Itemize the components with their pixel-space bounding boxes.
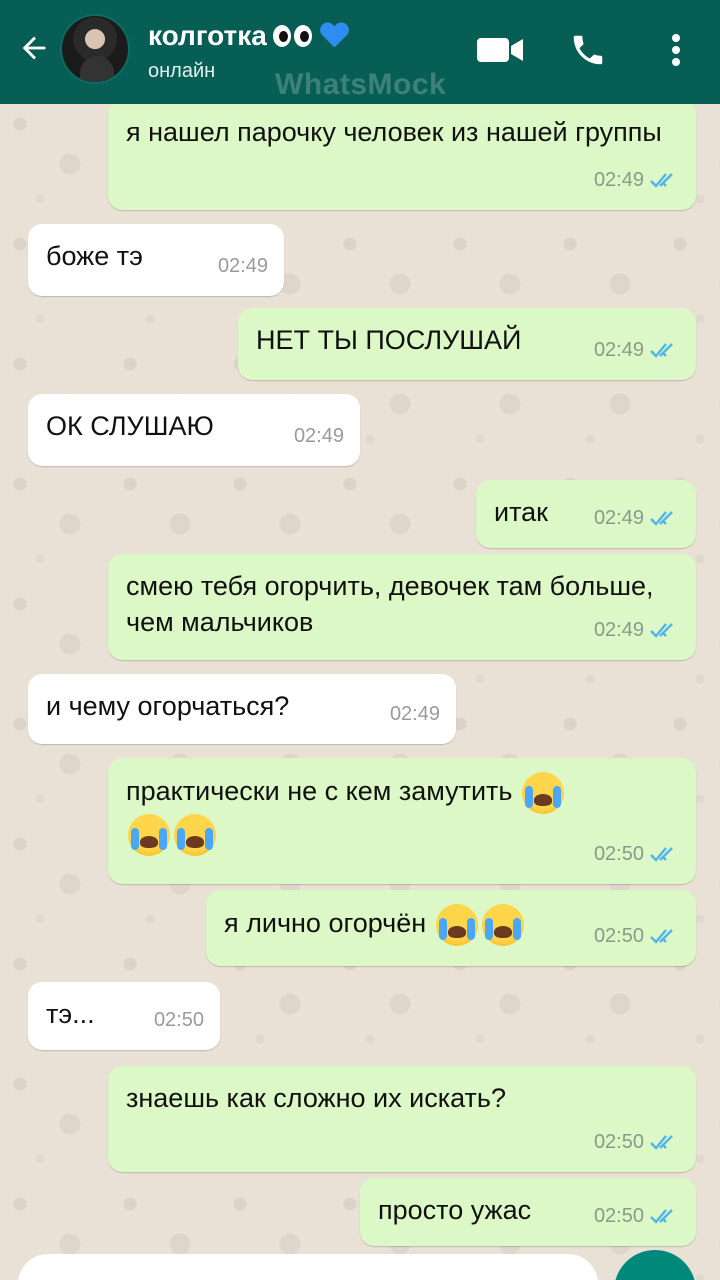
video-call-button[interactable] (474, 24, 526, 76)
message-incoming[interactable]: боже тэ 02:49 (28, 224, 284, 296)
message-time: 02:50 (593, 1205, 644, 1227)
contact-status: онлайн (148, 60, 216, 82)
message-meta: 02:49 (594, 612, 680, 648)
voice-call-button[interactable] (562, 24, 614, 76)
double-check-icon (650, 173, 673, 188)
message-text: смею тебя огорчить, девочек там больше, … (126, 571, 654, 637)
message-time: 02:49 (293, 425, 344, 447)
message-meta: 02:49 (390, 696, 440, 732)
message-text: я нашел парочку человек из нашей группы (126, 117, 662, 147)
double-check-icon (650, 1135, 673, 1150)
message-meta: 02:49 (294, 418, 344, 454)
message-time: 02:49 (217, 255, 268, 277)
message-outgoing[interactable]: практически не с кем замутить 02:50 (108, 758, 696, 884)
eyes-emoji-icon (272, 25, 312, 47)
double-check-icon (650, 343, 673, 358)
double-check-icon (650, 929, 673, 944)
message-meta: 02:50 (594, 918, 680, 954)
message-text: тэ... (46, 999, 95, 1029)
message-time: 02:49 (593, 339, 644, 361)
loudly-crying-face-icon (521, 772, 564, 814)
message-outgoing[interactable]: смею тебя огорчить, девочек там больше, … (108, 554, 696, 660)
message-meta: 02:50 (594, 1198, 680, 1234)
message-time: 02:50 (593, 843, 644, 865)
chat-area[interactable]: я нашел парочку человек из нашей группы … (0, 104, 720, 1280)
double-check-icon (650, 511, 673, 526)
message-time: 02:49 (389, 703, 440, 725)
message-outgoing[interactable]: просто ужас 02:50 (360, 1178, 696, 1246)
message-incoming[interactable]: и чему огорчаться? 02:49 (28, 674, 456, 744)
message-time: 02:50 (593, 1131, 644, 1153)
message-incoming[interactable]: ОК СЛУШАЮ 02:49 (28, 394, 360, 466)
message-outgoing[interactable]: НЕТ ТЫ ПОСЛУШАЙ 02:49 (238, 308, 696, 380)
message-input[interactable] (18, 1254, 598, 1280)
message-time: 02:49 (593, 619, 644, 641)
message-outgoing[interactable]: я нашел парочку человек из нашей группы … (108, 104, 696, 210)
message-meta: 02:49 (594, 162, 680, 198)
message-meta: 02:49 (594, 332, 680, 368)
chat-header: колготка онлайн WhatsMock (0, 0, 720, 104)
message-time: 02:50 (593, 925, 644, 947)
message-text: практически не с кем замутить (126, 776, 513, 807)
double-check-icon (650, 847, 673, 862)
more-vert-icon (672, 34, 680, 66)
watermark: WhatsMock (275, 68, 447, 101)
more-options-button[interactable] (650, 24, 702, 76)
contact-avatar[interactable] (60, 14, 130, 84)
double-check-icon (650, 623, 673, 638)
message-text: и чему огорчаться? (46, 691, 290, 721)
loudly-crying-face-icon (128, 814, 170, 856)
message-text: знаешь как сложно их искать? (126, 1083, 506, 1113)
contact-name-text: колготка (148, 20, 267, 51)
back-button[interactable] (14, 28, 54, 68)
message-text: просто ужас (378, 1195, 532, 1225)
message-outgoing[interactable]: я лично огорчён 02:50 (206, 890, 696, 966)
loudly-crying-face-icon (481, 904, 524, 946)
message-time: 02:49 (593, 169, 644, 191)
message-meta: 02:49 (218, 248, 268, 284)
message-text: боже тэ (46, 241, 143, 271)
blue-heart-emoji-icon (320, 23, 348, 49)
message-time: 02:49 (593, 507, 644, 529)
loudly-crying-face-icon (435, 904, 478, 946)
message-meta: 02:50 (154, 1002, 204, 1038)
message-outgoing[interactable]: итак 02:49 (476, 480, 696, 548)
message-text: ОК СЛУШАЮ (46, 411, 214, 441)
message-text: я лично огорчён (224, 908, 427, 939)
video-call-icon (477, 38, 523, 62)
loudly-crying-face-icon (174, 814, 216, 856)
message-meta: 02:50 (594, 1124, 680, 1160)
contact-name[interactable]: колготка (148, 20, 348, 52)
back-arrow-icon (22, 36, 46, 60)
phone-icon (573, 35, 603, 65)
message-text: НЕТ ТЫ ПОСЛУШАЙ (256, 325, 522, 355)
double-check-icon (650, 1209, 673, 1224)
message-outgoing[interactable]: знаешь как сложно их искать? 02:50 (108, 1066, 696, 1172)
message-incoming[interactable]: тэ... 02:50 (28, 982, 220, 1050)
message-text: итак (494, 497, 548, 527)
message-meta: 02:49 (594, 500, 680, 536)
message-time: 02:50 (153, 1009, 204, 1031)
message-meta: 02:50 (594, 836, 680, 872)
